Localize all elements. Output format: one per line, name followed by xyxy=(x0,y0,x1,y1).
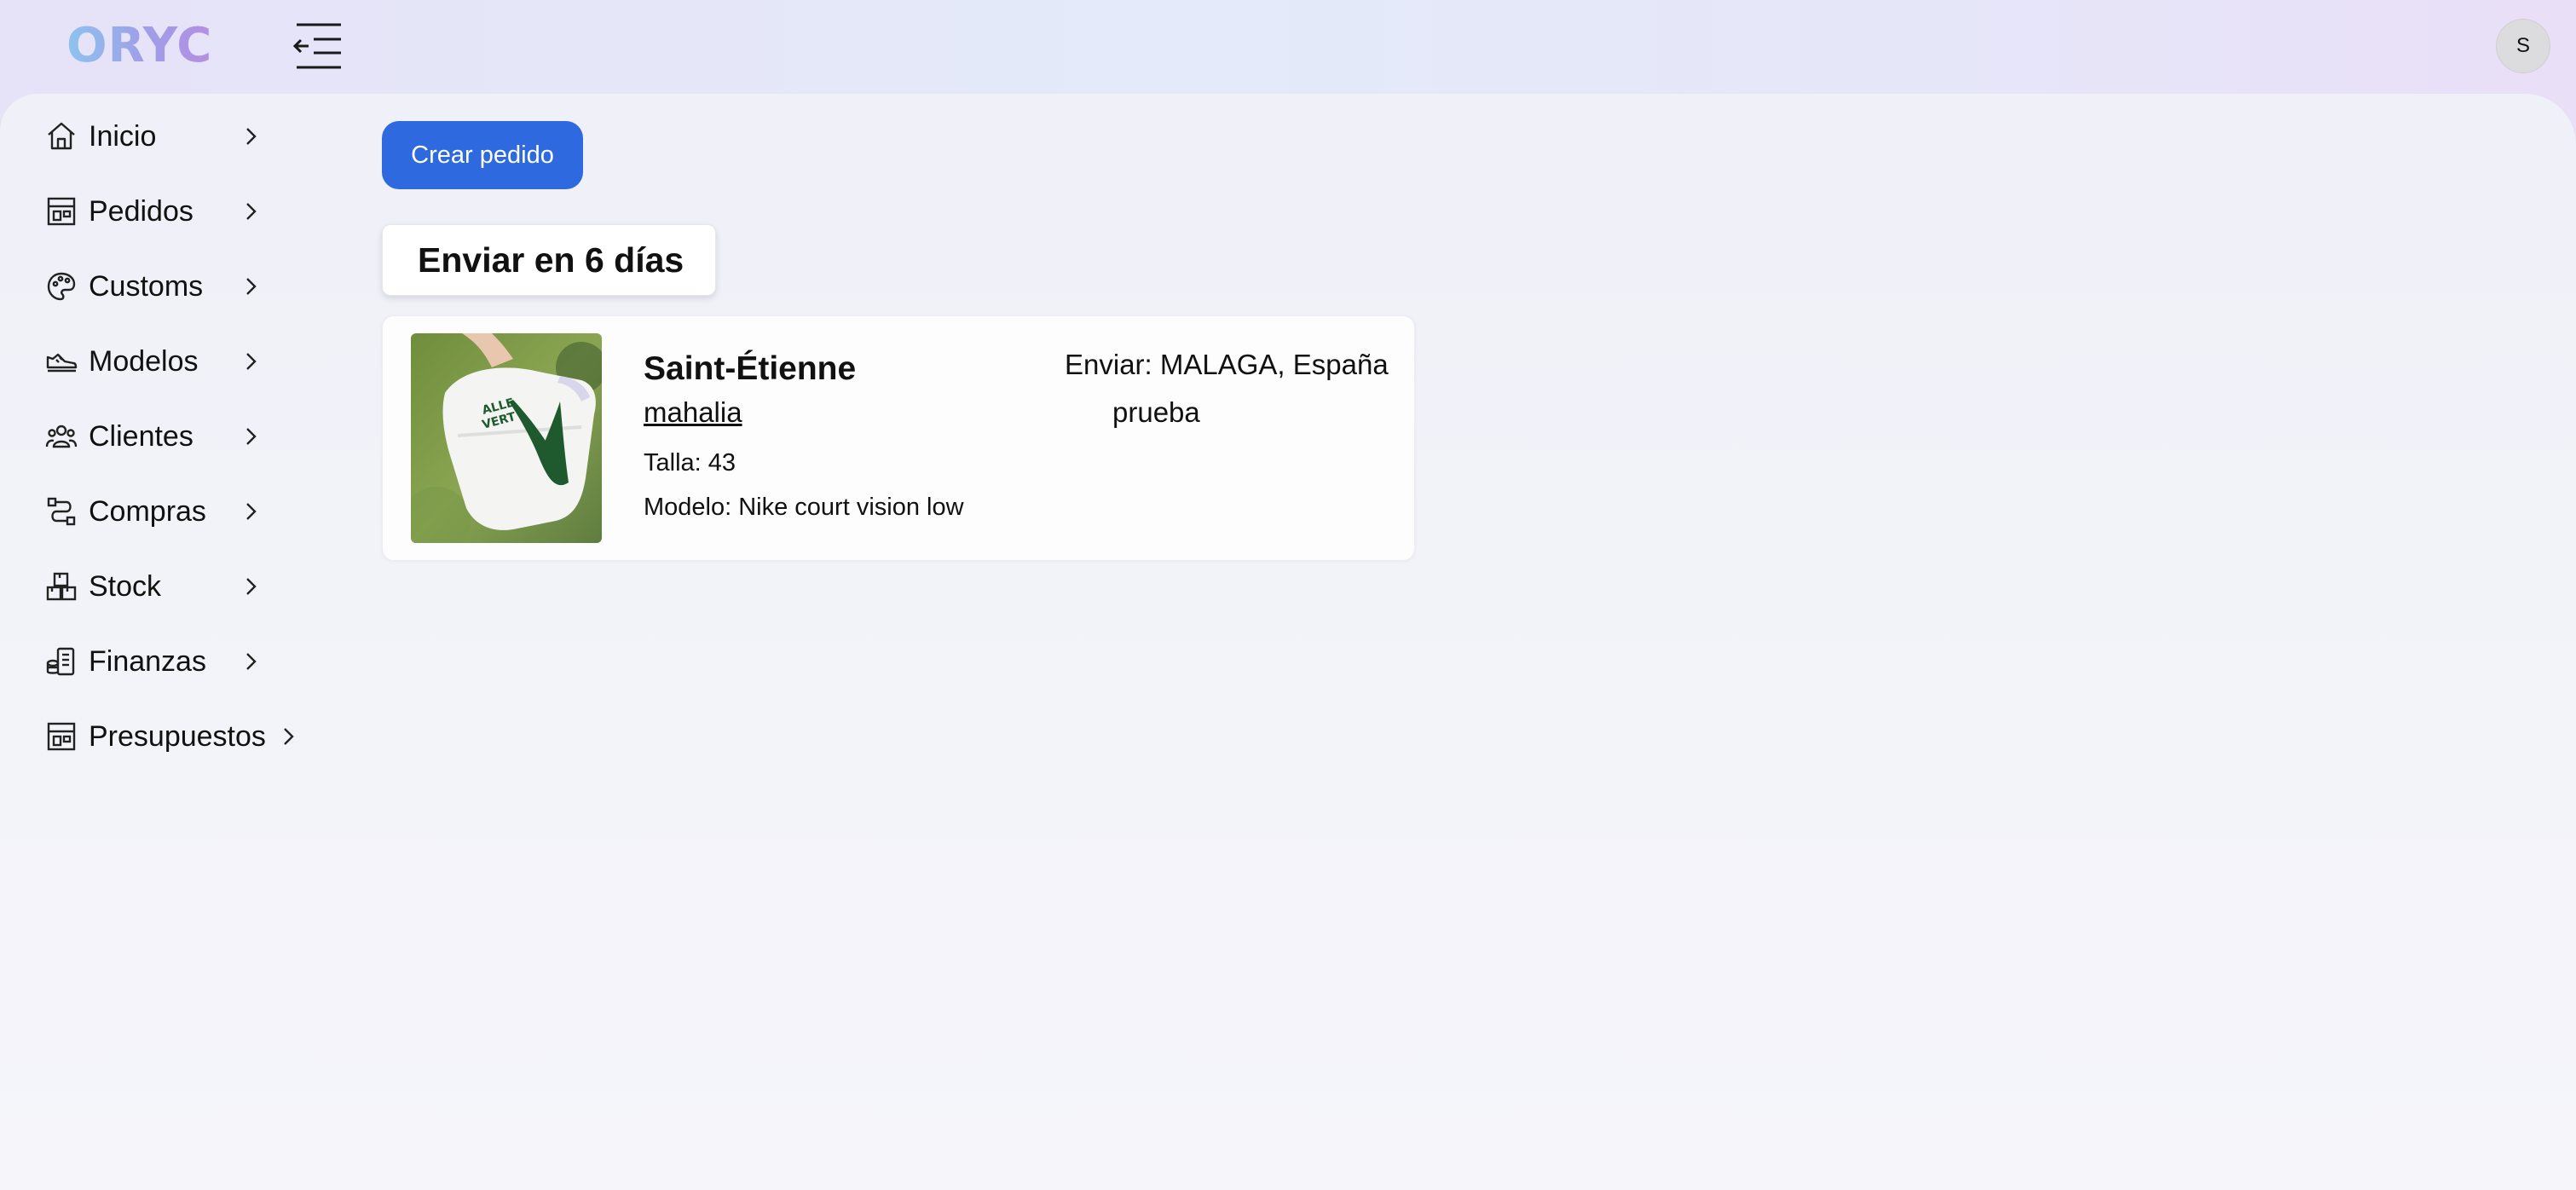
sidebar-item-label: Stock xyxy=(89,570,162,603)
sidebar-item-clientes[interactable]: Clientes xyxy=(44,411,193,462)
client-link[interactable]: mahalia xyxy=(644,396,742,429)
chevron-right-icon xyxy=(238,649,263,674)
sidebar-item-inicio[interactable]: Inicio xyxy=(44,111,156,162)
chevron-right-icon xyxy=(238,199,263,224)
home-icon xyxy=(44,119,78,153)
sneaker-icon xyxy=(44,344,78,378)
sidebar-item-label: Customs xyxy=(89,270,204,303)
sidebar-item-label: Compras xyxy=(89,495,206,528)
order-card[interactable]: ALLE VERT Saint-Étienne mahalia Talla: 4… xyxy=(382,315,1415,561)
sidebar-item-presupuestos[interactable]: Presupuestos xyxy=(44,711,266,762)
sidebar-item-label: Finanzas xyxy=(89,645,206,678)
chevron-right-icon xyxy=(238,349,263,374)
menu-collapse-icon xyxy=(292,23,341,69)
sidebar-item-label: Inicio xyxy=(89,120,157,153)
sidebar-item-customs[interactable]: Customs xyxy=(44,261,203,312)
main-panel: Inicio Pedidos Customs Modelos Clientes … xyxy=(0,94,2576,1190)
order-size: Talla: 43 xyxy=(644,449,736,477)
order-note: prueba xyxy=(1112,396,1200,428)
order-ship-to: Enviar: MALAGA, España xyxy=(1065,349,1389,380)
app-logo[interactable]: ORYC xyxy=(66,19,212,73)
sidebar-item-pedidos[interactable]: Pedidos xyxy=(44,186,193,237)
chevron-right-icon xyxy=(238,274,263,299)
section-title: Enviar en 6 días xyxy=(382,224,716,296)
top-bar: ORYC S xyxy=(0,0,2576,94)
sidebar-item-modelos[interactable]: Modelos xyxy=(44,336,199,387)
chevron-right-icon xyxy=(238,124,263,149)
store-icon xyxy=(44,194,78,228)
sidebar-item-finanzas[interactable]: Finanzas xyxy=(44,636,206,687)
collapse-sidebar-button[interactable] xyxy=(292,22,344,70)
chevron-right-icon xyxy=(238,574,263,599)
chevron-right-icon xyxy=(238,499,263,524)
store-icon xyxy=(44,719,78,754)
sidebar-item-label: Pedidos xyxy=(89,195,193,228)
coins-icon xyxy=(44,644,78,679)
chevron-right-icon xyxy=(275,724,301,749)
route-icon xyxy=(44,494,78,529)
sidebar-item-label: Modelos xyxy=(89,345,199,378)
palette-icon xyxy=(44,269,78,303)
boxes-icon xyxy=(44,569,78,604)
order-model: Modelo: Nike court vision low xyxy=(644,494,964,521)
create-order-button[interactable]: Crear pedido xyxy=(382,121,583,189)
users-icon xyxy=(44,419,78,453)
chevron-right-icon xyxy=(238,424,263,449)
sidebar-item-compras[interactable]: Compras xyxy=(44,486,206,537)
sidebar-item-stock[interactable]: Stock xyxy=(44,561,161,612)
sneaker-photo: ALLE VERT xyxy=(411,333,602,543)
sidebar-item-label: Clientes xyxy=(89,420,193,453)
sidebar-item-label: Presupuestos xyxy=(89,720,266,753)
user-avatar[interactable]: S xyxy=(2496,19,2550,73)
order-title: Saint-Étienne xyxy=(644,350,857,387)
